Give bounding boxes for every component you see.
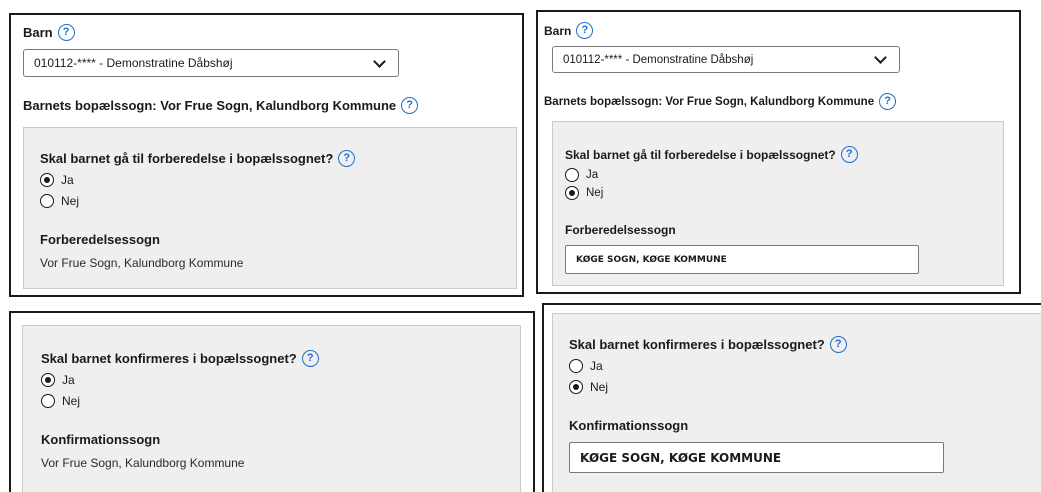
barn-select[interactable]: 010112-**** - Demonstratine Dåbshøj [23, 49, 399, 77]
help-icon[interactable]: ? [576, 22, 594, 39]
bopaelssogn-label: Barnets bopælssogn: Vor Frue Sogn, Kalun… [544, 93, 897, 110]
panel-forberedelse-ja: Barn ? 010112-**** - Demonstratine Dåbsh… [9, 13, 524, 297]
forberedelsessogn-label: Forberedelsessogn [565, 223, 676, 237]
radio-nej[interactable]: Nej [41, 394, 80, 408]
radio-nej[interactable]: Nej [40, 194, 79, 208]
radio-nej-label: Nej [61, 194, 80, 208]
konfirmationssogn-label: Konfirmationssogn [569, 418, 689, 433]
radio-ja[interactable]: Ja [40, 173, 74, 187]
radio-button[interactable] [40, 194, 54, 208]
help-icon[interactable]: ? [840, 146, 858, 163]
radio-ja[interactable]: Ja [569, 359, 603, 373]
question-box: Skal barnet konfirmeres i bopælssognet? … [552, 313, 1041, 492]
konfirmationssogn-value: Vor Frue Sogn, Kalundborg Kommune [41, 456, 245, 470]
help-icon[interactable]: ? [879, 93, 897, 110]
forberedelsessogn-input[interactable]: KØGE SOGN, KØGE KOMMUNE [565, 245, 919, 274]
radio-ja-label: Ja [61, 173, 74, 187]
panel-konfirmation-ja: Skal barnet konfirmeres i bopælssognet? … [9, 311, 535, 492]
radio-button-selected[interactable] [565, 186, 579, 200]
question-text: Skal barnet gå til forberedelse i bopæls… [40, 151, 334, 166]
help-icon[interactable]: ? [57, 24, 75, 41]
question-box: Skal barnet konfirmeres i bopælssognet? … [22, 325, 521, 492]
radio-nej[interactable]: Nej [565, 186, 603, 200]
radio-ja[interactable]: Ja [565, 168, 598, 182]
radio-button[interactable] [41, 394, 55, 408]
radio-nej[interactable]: Nej [569, 380, 608, 394]
radio-nej-label: Nej [62, 394, 81, 408]
barn-select[interactable]: 010112-**** - Demonstratine Dåbshøj [552, 46, 900, 73]
chevron-down-icon [874, 51, 887, 64]
question-label: Skal barnet gå til forberedelse i bopæls… [565, 146, 858, 163]
help-icon[interactable]: ? [338, 150, 356, 167]
help-icon[interactable]: ? [401, 97, 419, 114]
question-label: Skal barnet konfirmeres i bopælssognet? … [41, 350, 319, 367]
radio-ja-label: Ja [590, 359, 603, 373]
radio-ja-label: Ja [586, 169, 599, 181]
question-text: Skal barnet gå til forberedelse i bopæls… [565, 147, 836, 162]
question-text: Skal barnet konfirmeres i bopælssognet? [41, 351, 297, 366]
chevron-down-icon [373, 54, 386, 68]
question-box: Skal barnet gå til forberedelse i bopæls… [23, 127, 517, 289]
radio-nej-label: Nej [586, 187, 604, 199]
forberedelsessogn-value: Vor Frue Sogn, Kalundborg Kommune [40, 256, 244, 270]
radio-button[interactable] [569, 359, 583, 373]
question-box: Skal barnet gå til forberedelse i bopæls… [552, 121, 1004, 286]
question-text: Skal barnet konfirmeres i bopælssognet? [569, 337, 825, 352]
radio-button-selected[interactable] [40, 173, 54, 187]
forberedelsessogn-label: Forberedelsessogn [40, 232, 160, 247]
question-label: Skal barnet gå til forberedelse i bopæls… [40, 150, 356, 167]
help-icon[interactable]: ? [301, 350, 319, 367]
barn-select-value: 010112-**** - Demonstratine Dåbshøj [563, 53, 754, 66]
barn-label: Barn ? [544, 22, 594, 39]
radio-nej-label: Nej [590, 380, 609, 394]
radio-ja-label: Ja [62, 373, 75, 387]
barn-select-value: 010112-**** - Demonstratine Dåbshøj [34, 56, 233, 70]
radio-button-selected[interactable] [569, 380, 583, 394]
question-label: Skal barnet konfirmeres i bopælssognet? … [569, 336, 847, 353]
bopaelssogn-label: Barnets bopælssogn: Vor Frue Sogn, Kalun… [23, 97, 419, 114]
radio-button-selected[interactable] [41, 373, 55, 387]
help-icon[interactable]: ? [829, 336, 847, 353]
radio-button[interactable] [565, 168, 579, 182]
barn-label: Barn ? [23, 24, 75, 41]
konfirmationssogn-label: Konfirmationssogn [41, 432, 161, 447]
panel-konfirmation-nej: Skal barnet konfirmeres i bopælssognet? … [542, 303, 1041, 492]
barn-label-text: Barn [23, 25, 53, 40]
bopaelssogn-label-text: Barnets bopælssogn: Vor Frue Sogn, Kalun… [544, 95, 875, 108]
panel-forberedelse-nej: Barn ? 010112-**** - Demonstratine Dåbsh… [536, 10, 1021, 294]
konfirmationssogn-input[interactable]: KØGE SOGN, KØGE KOMMUNE [569, 442, 944, 473]
bopaelssogn-label-text: Barnets bopælssogn: Vor Frue Sogn, Kalun… [23, 98, 397, 113]
barn-label-text: Barn [544, 23, 572, 38]
radio-ja[interactable]: Ja [41, 373, 75, 387]
